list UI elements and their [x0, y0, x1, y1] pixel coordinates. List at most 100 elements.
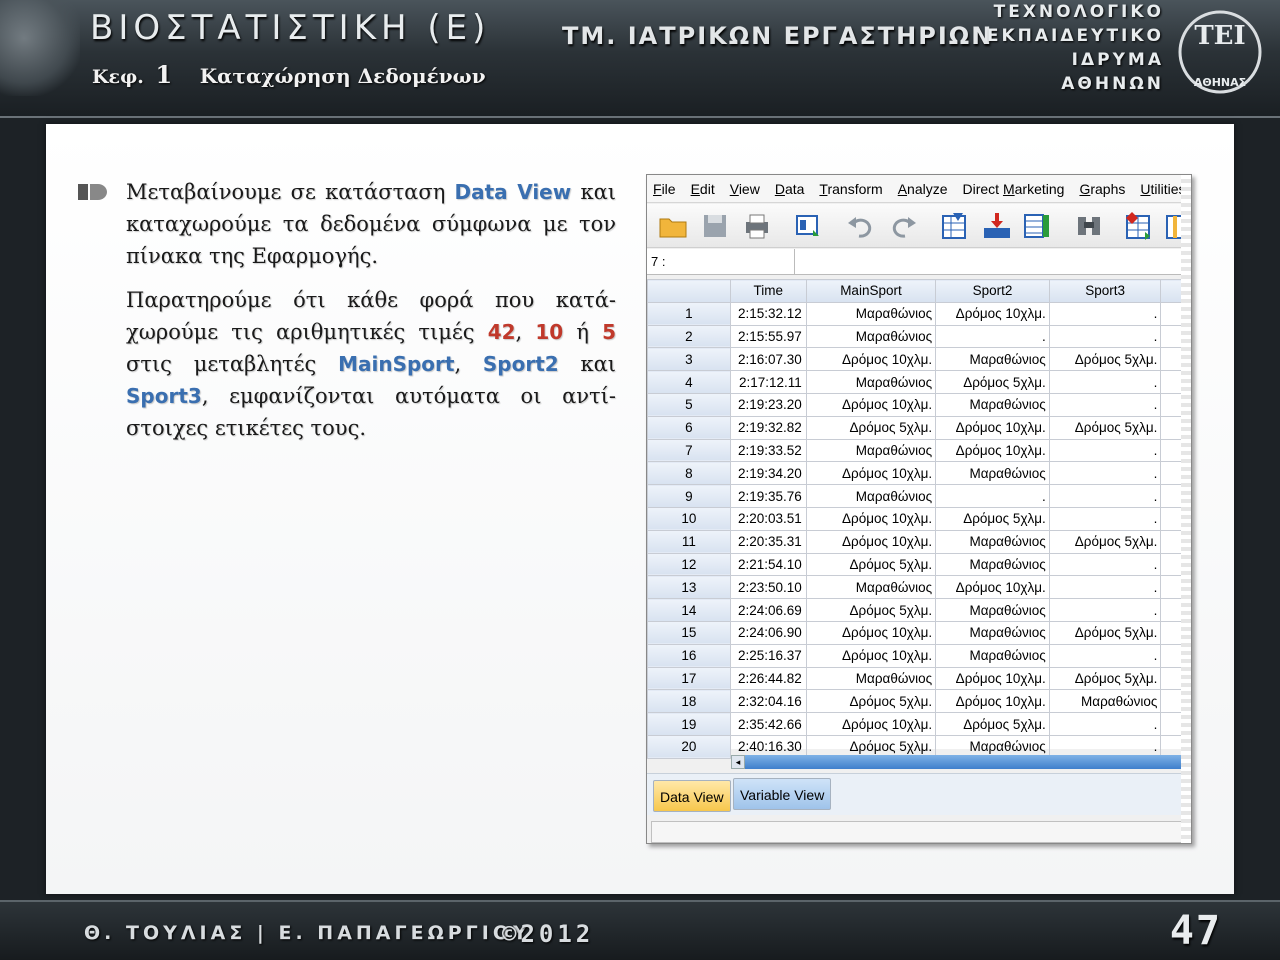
row-number[interactable]: 18	[647, 689, 731, 714]
data-cell[interactable]: 2:15:32.12	[729, 301, 807, 326]
data-cell[interactable]: .	[1048, 484, 1162, 508]
dialog-recall-icon[interactable]	[793, 210, 825, 242]
row-number[interactable]: 5	[647, 392, 731, 417]
data-cell[interactable]: 2:19:23.20	[729, 392, 807, 417]
data-cell[interactable]: 2:19:34.20	[729, 461, 807, 486]
data-cell[interactable]: 2:15:55.97	[729, 324, 807, 349]
row-number[interactable]: 16	[647, 643, 731, 668]
column-header-sport2[interactable]: Sport2	[935, 279, 1050, 303]
data-cell[interactable]: Δρόμος 10χλμ.	[935, 415, 1050, 440]
row-number[interactable]: 1	[647, 301, 731, 326]
redo-icon[interactable]	[887, 210, 919, 242]
row-number[interactable]: 17	[647, 666, 731, 691]
row-number[interactable]: 19	[647, 712, 731, 736]
data-cell[interactable]: Μαραθώνιος	[805, 301, 937, 326]
menu-item-graphs[interactable]: Graphs	[1079, 181, 1125, 197]
data-cell[interactable]: .	[1048, 506, 1162, 531]
data-cell[interactable]: Μαραθώνιος	[1048, 689, 1162, 714]
data-cell[interactable]: Δρόμος 5χλμ.	[935, 712, 1050, 736]
data-cell[interactable]: 2:19:33.52	[729, 438, 807, 463]
data-cell[interactable]: .	[1048, 370, 1162, 394]
open-folder-icon[interactable]	[657, 210, 689, 242]
row-number[interactable]: 3	[647, 347, 731, 372]
goto-variable-icon[interactable]	[981, 210, 1013, 242]
data-cell[interactable]: 2:20:35.31	[729, 529, 807, 554]
row-number[interactable]: 13	[647, 575, 731, 600]
data-cell[interactable]: Μαραθώνιος	[805, 438, 937, 463]
tab-data-view[interactable]: Data View	[653, 780, 731, 812]
data-cell[interactable]: .	[1048, 643, 1162, 668]
data-cell[interactable]: 2:26:44.82	[729, 666, 807, 691]
row-number[interactable]: 9	[647, 484, 731, 508]
data-cell[interactable]: Δρόμος 5χλμ.	[1048, 529, 1162, 554]
row-number[interactable]: 12	[647, 552, 731, 577]
menu-item-analyze[interactable]: Analyze	[898, 181, 948, 197]
variables-icon[interactable]	[1021, 210, 1053, 242]
data-cell[interactable]: .	[1048, 575, 1162, 600]
data-cell[interactable]: Μαραθώνιος	[805, 575, 937, 600]
data-cell[interactable]: .	[1048, 461, 1162, 486]
data-cell[interactable]: Δρόμος 10χλμ.	[935, 575, 1050, 600]
menu-item-view[interactable]: View	[730, 181, 760, 197]
data-cell[interactable]: Δρόμος 10χλμ.	[805, 643, 937, 668]
row-number[interactable]: 20	[647, 734, 731, 759]
data-cell[interactable]: Δρόμος 10χλμ.	[935, 438, 1050, 463]
data-cell[interactable]: .	[935, 324, 1050, 349]
data-cell[interactable]: Δρόμος 10χλμ.	[935, 666, 1050, 691]
data-cell[interactable]: Μαραθώνιος	[935, 598, 1050, 622]
menu-item-file[interactable]: File	[653, 181, 676, 197]
data-cell[interactable]: Δρόμος 5χλμ.	[805, 415, 937, 440]
row-number[interactable]: 10	[647, 506, 731, 531]
data-cell[interactable]: Δρόμος 10χλμ.	[935, 301, 1050, 326]
data-cell[interactable]: Δρόμος 10χλμ.	[805, 620, 937, 645]
menu-item-direct-marketing[interactable]: Direct Marketing	[963, 181, 1065, 197]
data-cell[interactable]: .	[1048, 438, 1162, 463]
column-header-mainsport[interactable]: MainSport	[805, 279, 937, 303]
data-cell[interactable]: Δρόμος 10χλμ.	[805, 529, 937, 554]
data-cell[interactable]: 2:23:50.10	[729, 575, 807, 600]
menu-item-data[interactable]: Data	[775, 181, 805, 197]
data-cell[interactable]: 2:21:54.10	[729, 552, 807, 577]
menu-item-utilities[interactable]: Utilities	[1140, 181, 1185, 197]
data-cell[interactable]: Μαραθώνιος	[935, 643, 1050, 668]
tab-variable-view[interactable]: Variable View	[733, 778, 832, 810]
data-cell[interactable]: .	[1048, 552, 1162, 577]
data-cell[interactable]: Δρόμος 5χλμ.	[805, 689, 937, 714]
column-header-time[interactable]: Time	[729, 279, 807, 303]
data-cell[interactable]: Μαραθώνιος	[805, 484, 937, 508]
cell-reference[interactable]: 7 :	[647, 249, 795, 275]
data-cell[interactable]: .	[1048, 598, 1162, 622]
menu-item-edit[interactable]: Edit	[691, 181, 715, 197]
data-cell[interactable]: 2:17:12.11	[729, 370, 807, 394]
data-cell[interactable]: Μαραθώνιος	[935, 347, 1050, 372]
data-cell[interactable]: 2:19:32.82	[729, 415, 807, 440]
data-cell[interactable]: Μαραθώνιος	[805, 324, 937, 349]
save-icon[interactable]	[699, 210, 731, 242]
data-cell[interactable]: Δρόμος 10χλμ.	[805, 506, 937, 531]
undo-icon[interactable]	[845, 210, 877, 242]
data-cell[interactable]: Μαραθώνιος	[935, 620, 1050, 645]
data-cell[interactable]: Δρόμος 10χλμ.	[805, 712, 937, 736]
row-number[interactable]: 15	[647, 620, 731, 645]
print-icon[interactable]	[741, 210, 773, 242]
data-cell[interactable]: .	[1048, 392, 1162, 417]
insert-cases-icon[interactable]	[1123, 210, 1155, 242]
data-cell[interactable]: Δρόμος 5χλμ.	[805, 598, 937, 622]
horizontal-scrollbar[interactable]: ◂	[731, 755, 1191, 769]
data-cell[interactable]: Δρόμος 10χλμ.	[805, 392, 937, 417]
data-cell[interactable]: Δρόμος 5χλμ.	[935, 370, 1050, 394]
data-cell[interactable]: 2:24:06.69	[729, 598, 807, 622]
corner-cell[interactable]	[647, 279, 731, 303]
data-cell[interactable]: Δρόμος 10χλμ.	[805, 461, 937, 486]
data-cell[interactable]: 2:35:42.66	[729, 712, 807, 736]
data-cell[interactable]: 2:16:07.30	[729, 347, 807, 372]
data-cell[interactable]: .	[1048, 324, 1162, 349]
data-cell[interactable]: Δρόμος 5χλμ.	[1048, 347, 1162, 372]
row-number[interactable]: 8	[647, 461, 731, 486]
data-cell[interactable]: Μαραθώνιος	[805, 370, 937, 394]
row-number[interactable]: 2	[647, 324, 731, 349]
menu-item-transform[interactable]: Transform	[819, 181, 882, 197]
goto-case-icon[interactable]	[939, 210, 971, 242]
data-cell[interactable]: Δρόμος 10χλμ.	[935, 689, 1050, 714]
data-cell[interactable]: 2:32:04.16	[729, 689, 807, 714]
